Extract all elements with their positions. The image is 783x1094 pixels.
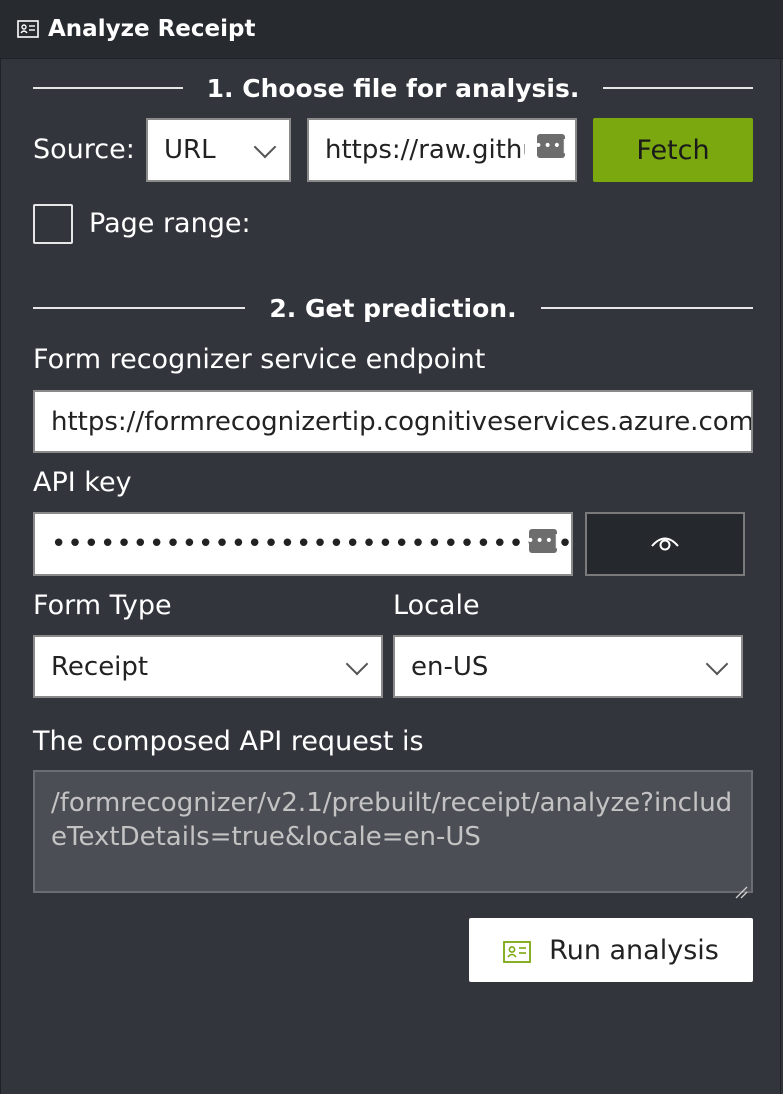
endpoint-input[interactable]: https://formrecognizertip.cognitiveservi…: [33, 390, 753, 453]
window-title: Analyze Receipt: [48, 16, 256, 42]
api-request-textarea[interactable]: /formrecognizer/v2.1/prebuilt/receipt/an…: [33, 770, 753, 899]
chevron-down-icon: [705, 652, 729, 675]
title-bar: Analyze Receipt: [0, 0, 783, 59]
resize-handle-icon[interactable]: [734, 874, 748, 899]
divider: [540, 307, 753, 309]
chevron-down-icon: [345, 652, 369, 675]
form-type-value: Receipt: [51, 651, 149, 682]
run-analysis-label: Run analysis: [549, 934, 719, 966]
api-request-value: /formrecognizer/v2.1/prebuilt/receipt/an…: [51, 788, 733, 852]
chevron-down-icon: [253, 135, 277, 159]
section-2-separator: 2. Get prediction.: [33, 293, 753, 323]
source-url-input[interactable]: https://raw.githu... •••|: [307, 118, 577, 182]
form-type-label: Form Type: [33, 590, 172, 621]
section-1-heading: 1. Choose file for analysis.: [206, 73, 580, 103]
password-manager-icon[interactable]: •••|: [526, 529, 559, 553]
form-type-select[interactable]: Receipt: [33, 635, 383, 698]
id-card-icon: [17, 20, 39, 38]
fetch-button[interactable]: Fetch: [593, 118, 753, 182]
run-analysis-button[interactable]: Run analysis: [469, 918, 753, 982]
request-label: The composed API request is: [33, 726, 424, 757]
endpoint-label: Form recognizer service endpoint: [33, 344, 486, 375]
api-key-value: ••••••••••••••••••••••••••••••••: [51, 529, 571, 559]
divider: [33, 87, 183, 89]
source-type-select[interactable]: URL: [146, 118, 291, 182]
eye-icon: [649, 531, 681, 557]
locale-label: Locale: [393, 590, 480, 621]
page-range-checkbox[interactable]: [33, 204, 73, 244]
api-key-input[interactable]: •••••••••••••••••••••••••••••••• •••|: [33, 512, 573, 576]
source-type-value: URL: [164, 135, 216, 165]
source-url-value: https://raw.githu...: [325, 135, 525, 165]
endpoint-value: https://formrecognizertip.cognitiveservi…: [51, 406, 751, 437]
id-card-icon: [503, 939, 532, 963]
locale-value: en-US: [411, 651, 489, 682]
show-key-button[interactable]: [585, 512, 745, 576]
section-1-separator: 1. Choose file for analysis.: [33, 73, 753, 103]
api-key-label: API key: [33, 467, 132, 498]
source-label: Source:: [33, 134, 135, 165]
page-range-label: Page range:: [89, 208, 251, 239]
section-2-heading: 2. Get prediction.: [269, 293, 517, 323]
divider: [603, 87, 753, 89]
password-manager-icon[interactable]: •••|: [534, 134, 567, 158]
divider: [33, 307, 246, 309]
locale-select[interactable]: en-US: [393, 635, 743, 698]
